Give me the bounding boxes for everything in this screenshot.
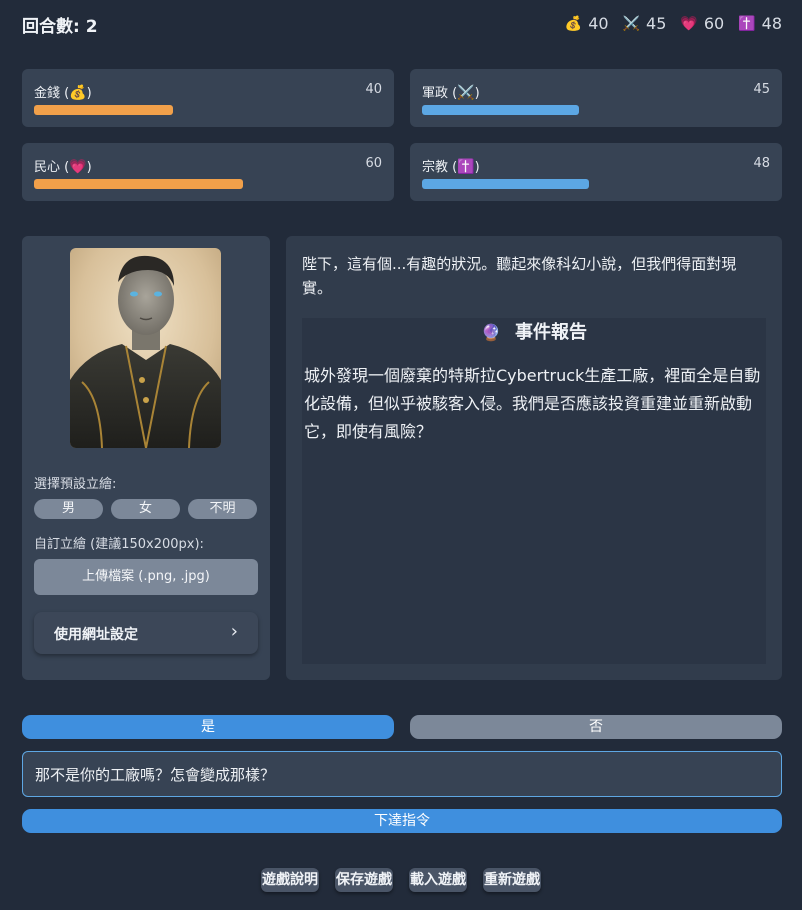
- header-stats: 💰 40 ⚔️ 45 💗 60 ✝️ 48: [565, 14, 782, 33]
- stat-label: 民心 (💗): [34, 159, 92, 175]
- game-help-button[interactable]: 遊戲說明: [261, 868, 319, 892]
- latin-cross-icon: ✝️: [738, 15, 756, 32]
- event-report-text: 城外發現一個廢棄的特斯拉Cybertruck生產工廠，裡面全是自動化設備，但似乎…: [304, 366, 761, 441]
- chevron-right-icon: ›: [230, 621, 238, 642]
- round-counter: 回合數: 2: [22, 17, 98, 37]
- stat-bar: [422, 105, 770, 115]
- stat-value: 48: [753, 156, 770, 171]
- stat-bar-fill: [422, 179, 590, 189]
- event-report-title: 🔮 事件報告: [481, 322, 587, 343]
- yes-button[interactable]: 是: [22, 715, 394, 739]
- header-stat-military: ⚔️ 45: [623, 14, 667, 33]
- save-game-button[interactable]: 保存遊戲: [335, 868, 393, 892]
- footer-menu: 遊戲說明 保存遊戲 載入遊戲 重新遊戲: [0, 868, 802, 892]
- restart-game-button[interactable]: 重新遊戲: [483, 868, 541, 892]
- heart-icon: 💗: [680, 15, 698, 32]
- use-url-button[interactable]: 使用網址設定 ›: [34, 612, 258, 654]
- header-stat-money: 💰 40: [565, 14, 609, 33]
- preset-unknown-button[interactable]: 不明: [188, 499, 257, 519]
- stat-card-people: 民心 (💗) 60: [22, 143, 394, 201]
- event-panel: 陛下，這有個...有趣的狀況。聽起來像科幻小說，但我們得面對現實。 🔮 事件報告 …: [286, 236, 782, 680]
- crossed-swords-icon: ⚔️: [622, 15, 641, 32]
- custom-portrait-label: 自訂立繪 (建議150x200px):: [34, 537, 204, 552]
- stat-label: 宗教 (✝️): [422, 159, 480, 175]
- no-button[interactable]: 否: [410, 715, 782, 739]
- stat-label: 軍政 (⚔️): [422, 85, 480, 101]
- heart-icon: 💗: [69, 159, 87, 175]
- money-bag-icon: 💰: [564, 15, 583, 32]
- header-stat-value: 45: [646, 14, 667, 33]
- header-stat-value: 60: [703, 14, 725, 33]
- portrait-image: [70, 248, 221, 448]
- stat-bar: [34, 179, 382, 189]
- preset-portrait-buttons: 男 女 不明: [34, 499, 257, 519]
- send-command-button[interactable]: 下達指令: [22, 809, 782, 833]
- stat-bar-fill: [34, 105, 174, 115]
- header-stat-people: 💗 60: [680, 14, 724, 33]
- preset-portrait-label: 選擇預設立繪:: [34, 477, 117, 492]
- stat-bar: [34, 105, 382, 115]
- stat-value: 40: [365, 82, 382, 97]
- advisor-message: 陛下，這有個...有趣的狀況。聽起來像科幻小說，但我們得面對現實。: [302, 255, 737, 297]
- stat-card-military: 軍政 (⚔️) 45: [410, 69, 782, 127]
- stat-value: 45: [753, 82, 770, 97]
- stat-value: 60: [365, 156, 382, 171]
- header-stat-religion: ✝️ 48: [738, 14, 782, 33]
- stat-label: 金錢 (💰): [34, 85, 92, 101]
- stat-card-religion: 宗教 (✝️) 48: [410, 143, 782, 201]
- use-url-label: 使用網址設定: [54, 627, 138, 643]
- preset-male-button[interactable]: 男: [34, 499, 103, 519]
- command-input[interactable]: [22, 751, 782, 797]
- advisor-portrait: [70, 248, 221, 448]
- stat-bar-fill: [34, 179, 243, 189]
- portrait-panel: 選擇預設立繪: 男 女 不明 自訂立繪 (建議150x200px): 上傳檔案 …: [22, 236, 270, 680]
- stat-bar-fill: [422, 105, 579, 115]
- event-report: 🔮 事件報告 城外發現一個廢棄的特斯拉Cybertruck生產工廠，裡面全是自動化…: [302, 318, 766, 664]
- header-stat-value: 40: [588, 14, 609, 33]
- latin-cross-icon: ✝️: [457, 159, 475, 175]
- crossed-swords-icon: ⚔️: [457, 85, 475, 101]
- upload-file-button[interactable]: 上傳檔案 (.png, .jpg): [34, 559, 258, 595]
- preset-female-button[interactable]: 女: [111, 499, 180, 519]
- money-bag-icon: 💰: [69, 85, 87, 101]
- stat-bar: [422, 179, 770, 189]
- header-bar: 回合數: 2 💰 40 ⚔️ 45 💗 60 ✝️ 48: [22, 12, 782, 37]
- crystal-ball-icon: 🔮: [481, 323, 501, 342]
- load-game-button[interactable]: 載入遊戲: [409, 868, 467, 892]
- stat-card-money: 金錢 (💰) 40: [22, 69, 394, 127]
- header-stat-value: 48: [761, 14, 782, 33]
